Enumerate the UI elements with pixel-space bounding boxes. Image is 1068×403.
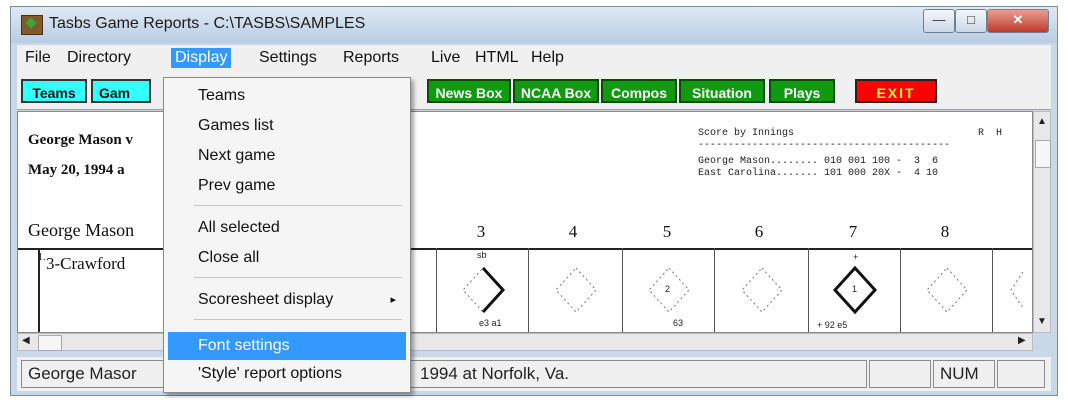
situation-button[interactable]: Situation bbox=[679, 79, 765, 103]
menu-item-font-settings[interactable]: Font settings bbox=[168, 332, 406, 360]
menu-separator bbox=[194, 319, 402, 320]
menu-item-label: Scoresheet display bbox=[198, 291, 334, 308]
menu-help[interactable]: Help bbox=[527, 48, 568, 68]
diamond-icon bbox=[1010, 271, 1024, 309]
cell-note: + 92 e5 bbox=[817, 320, 848, 330]
menu-separator bbox=[194, 205, 402, 206]
scroll-thumb[interactable] bbox=[38, 335, 62, 351]
score-by-innings-title: Score by Innings bbox=[698, 128, 795, 139]
news-box-button[interactable]: News Box bbox=[427, 79, 511, 103]
scroll-left-icon[interactable]: ◀ bbox=[22, 335, 30, 346]
menu-item-teams[interactable]: Teams bbox=[168, 82, 406, 110]
cell-note: sb bbox=[477, 250, 487, 260]
status-pane-end bbox=[997, 360, 1045, 388]
menu-directory[interactable]: Directory bbox=[63, 48, 135, 68]
minimize-icon[interactable]: — bbox=[923, 9, 955, 33]
title-bar[interactable]: Tasbs Game Reports - C:\TASBS\SAMPLES — … bbox=[11, 7, 1057, 43]
menu-file[interactable]: File bbox=[21, 48, 55, 68]
inning-cell-3: sb e3 a1 bbox=[436, 248, 529, 332]
inning-cell-8 bbox=[900, 248, 993, 332]
game-date-heading: May 20, 1994 a bbox=[28, 162, 125, 178]
menu-live[interactable]: Live bbox=[427, 48, 464, 68]
batter-name: 3-Crawford bbox=[46, 254, 126, 273]
menu-display[interactable]: Display bbox=[171, 48, 232, 68]
baseball-diamond-app-icon bbox=[21, 15, 43, 35]
close-icon[interactable]: ✕ bbox=[987, 9, 1049, 33]
inning-cell-7: + 1 + 92 e5 bbox=[808, 248, 901, 332]
vertical-scrollbar[interactable]: ▲ ▼ bbox=[1033, 111, 1051, 333]
menu-html[interactable]: HTML bbox=[471, 48, 523, 68]
score-row-east-carolina: East Carolina....... 101 000 20X - 4 10 bbox=[698, 168, 939, 179]
teams-button[interactable]: Teams bbox=[21, 79, 87, 103]
inning-cell-9 bbox=[992, 248, 1032, 332]
inning-header-4: 4 bbox=[568, 222, 578, 241]
menu-reports[interactable]: Reports bbox=[339, 48, 403, 68]
score-header-rh: R H bbox=[978, 128, 1003, 139]
games-button[interactable]: Gam bbox=[91, 79, 151, 103]
inning-header-7: 7 bbox=[848, 222, 858, 241]
diamond-icon bbox=[926, 267, 968, 313]
inning-cell-6 bbox=[714, 248, 809, 332]
menu-separator bbox=[194, 277, 402, 278]
submenu-arrow-icon: ▸ bbox=[390, 294, 396, 306]
team-label: George Mason bbox=[28, 220, 135, 240]
display-menu-dropdown: Teams Games list Next game Prev game All… bbox=[163, 77, 411, 393]
cell-note: 63 bbox=[673, 318, 684, 328]
scroll-right-icon[interactable]: ▶ bbox=[1018, 335, 1026, 346]
inning-cell-4 bbox=[528, 248, 623, 332]
cell-note: 1 bbox=[852, 284, 858, 294]
menu-item-close-all[interactable]: Close all bbox=[168, 244, 406, 272]
inning-header-6: 6 bbox=[754, 222, 764, 241]
status-num-lock: NUM bbox=[933, 360, 995, 388]
inning-header-3: 3 bbox=[476, 222, 486, 241]
menu-item-style-report-options[interactable]: 'Style' report options bbox=[168, 360, 406, 388]
menu-item-all-selected[interactable]: All selected bbox=[168, 214, 406, 242]
menu-bar: File Directory Display Settings Reports … bbox=[17, 45, 1051, 71]
cell-note: + bbox=[853, 252, 859, 262]
menu-item-prev-game[interactable]: Prev game bbox=[168, 172, 406, 200]
diamond-icon bbox=[555, 267, 597, 313]
inning-header-5: 5 bbox=[662, 222, 672, 241]
status-team: George Masor bbox=[21, 360, 175, 388]
game-heading: George Mason v bbox=[28, 132, 133, 148]
scroll-up-icon[interactable]: ▲ bbox=[1037, 116, 1047, 127]
ncaa-box-button[interactable]: NCAA Box bbox=[513, 79, 599, 103]
scroll-thumb[interactable] bbox=[1035, 140, 1051, 168]
menu-item-games-list[interactable]: Games list bbox=[168, 112, 406, 140]
exit-button[interactable]: EXIT bbox=[855, 79, 937, 103]
inning-header-8: 8 bbox=[940, 222, 950, 241]
maximize-icon[interactable]: □ bbox=[955, 9, 987, 33]
diamond-icon bbox=[741, 267, 783, 313]
compos-button[interactable]: Compos bbox=[601, 79, 677, 103]
score-dashes: ----------------------------------------… bbox=[698, 140, 951, 151]
menu-item-next-game[interactable]: Next game bbox=[168, 142, 406, 170]
cell-note: e3 a1 bbox=[479, 318, 502, 328]
window-title: Tasbs Game Reports - C:\TASBS\SAMPLES bbox=[49, 15, 366, 32]
status-pane-empty bbox=[869, 360, 931, 388]
batter-number: 1. bbox=[38, 252, 46, 263]
cell-note: 2 bbox=[665, 284, 671, 294]
menu-item-scoresheet-display[interactable]: Scoresheet display ▸ bbox=[168, 286, 406, 314]
scroll-down-icon[interactable]: ▼ bbox=[1037, 316, 1047, 327]
inning-cell-5: 2 63 bbox=[622, 248, 715, 332]
plays-button[interactable]: Plays bbox=[769, 79, 835, 103]
menu-settings[interactable]: Settings bbox=[255, 48, 321, 68]
score-row-george-mason: George Mason........ 010 001 100 - 3 6 bbox=[698, 156, 939, 167]
